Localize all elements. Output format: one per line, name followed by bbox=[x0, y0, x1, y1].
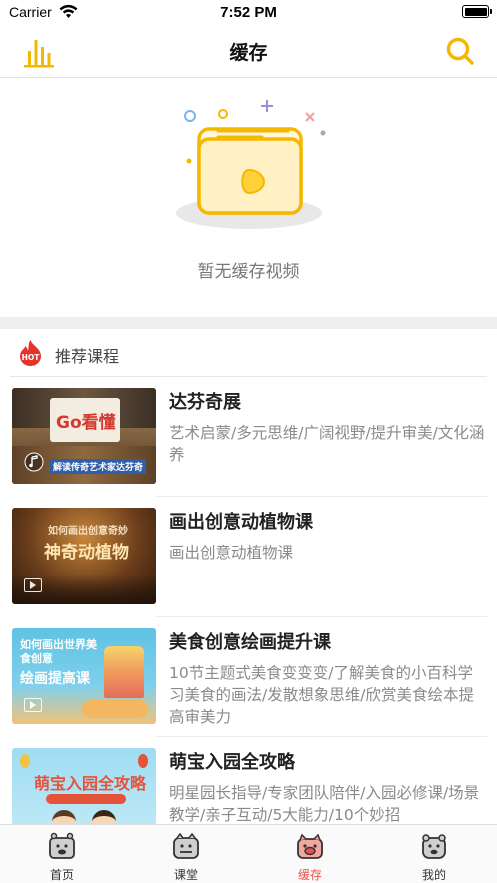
navigation-bar: 缓存 bbox=[0, 26, 497, 78]
video-icon bbox=[24, 578, 42, 592]
empty-video-folder-icon bbox=[176, 100, 326, 229]
hot-badge-label: HOT bbox=[22, 353, 41, 362]
hot-flame-icon: HOT bbox=[20, 340, 41, 366]
course-item-food-painting[interactable]: 如何画出世界美食创意 绘画提高课 美食创意绘画提升课 10节主题式美食变变变/了… bbox=[0, 617, 497, 737]
course-item-kindergarten[interactable]: 萌宝入园全攻略 萌宝入园全攻略 明星园长指导/专家团队陪伴/入园必修课/场景教学… bbox=[0, 737, 497, 824]
course-thumbnail[interactable]: 如何画出世界美食创意 绘画提高课 bbox=[12, 628, 156, 724]
course-title: 美食创意绘画提升课 bbox=[169, 632, 331, 653]
video-icon bbox=[24, 698, 42, 712]
course-title: 达芬奇展 bbox=[169, 392, 241, 413]
thumb-title: 萌宝入园全攻略 bbox=[34, 774, 147, 793]
battery-icon bbox=[462, 5, 492, 18]
course-list[interactable]: Go看懂 解读传奇艺术家达芬奇 达芬奇展 艺术启蒙/多元思维/广阔视野/提升审美… bbox=[0, 377, 497, 824]
course-thumbnail[interactable]: Go看懂 解读传奇艺术家达芬奇 bbox=[12, 388, 156, 484]
cache-tab-icon bbox=[297, 833, 323, 859]
tab-classroom[interactable]: 课堂 bbox=[124, 825, 248, 883]
home-tab-icon bbox=[49, 832, 75, 859]
tab-label: 缓存 bbox=[297, 868, 322, 882]
course-item-davinci[interactable]: Go看懂 解读传奇艺术家达芬奇 达芬奇展 艺术启蒙/多元思维/广阔视野/提升审美… bbox=[0, 377, 497, 497]
page-title: 缓存 bbox=[229, 42, 268, 64]
status-bar: Carrier 7:52 PM bbox=[0, 0, 497, 26]
course-item-plants-animals[interactable]: 如何画出创意奇妙 神奇动植物 画出创意动植物课 画出创意动植物课 bbox=[0, 497, 497, 617]
thumb-caption: 如何画出世界美食创意 bbox=[20, 638, 97, 665]
recommend-header: HOT 推荐课程 bbox=[0, 329, 497, 377]
search-icon[interactable] bbox=[445, 36, 475, 66]
tab-label: 我的 bbox=[421, 868, 446, 882]
classroom-tab-icon bbox=[173, 832, 199, 859]
thumb-title: 神奇动植物 bbox=[44, 543, 129, 563]
thumb-caption: 解读传奇艺术家达芬奇 bbox=[50, 459, 147, 474]
tab-home[interactable]: 首页 bbox=[0, 825, 124, 883]
course-description: 画出创意动植物课 bbox=[169, 544, 294, 562]
course-thumbnail[interactable]: 萌宝入园全攻略 bbox=[12, 748, 156, 824]
thumb-caption: 如何画出创意奇妙 bbox=[48, 526, 128, 537]
music-note-icon bbox=[24, 452, 44, 472]
thumb-title: 绘画提高课 bbox=[20, 671, 90, 687]
course-title: 萌宝入园全攻略 bbox=[169, 752, 295, 773]
tab-profile[interactable]: 我的 bbox=[372, 825, 496, 883]
tab-label: 课堂 bbox=[173, 868, 198, 882]
empty-message: 暂无缓存视频 bbox=[197, 262, 300, 282]
course-title: 画出创意动植物课 bbox=[169, 512, 313, 533]
empty-state: 暂无缓存视频 bbox=[0, 79, 497, 317]
course-description: 明星园长指导/专家团队陪伴/入园必修课/场景教学/亲子互动/5大能力/10个妙招 bbox=[169, 784, 480, 824]
clock: 7:52 PM bbox=[220, 4, 277, 21]
course-description: 10节主题式美食变变变/了解美食的小百科学习美食的画法/发散想象思维/欣赏美食绘… bbox=[169, 664, 474, 726]
tab-bar: 首页 课堂 缓存 我的 bbox=[0, 824, 497, 883]
course-description: 艺术启蒙/多元思维/广阔视野/提升审美/文化涵养 bbox=[169, 424, 485, 464]
tab-cache[interactable]: 缓存 bbox=[248, 825, 372, 883]
thumb-title: Go看懂 bbox=[56, 413, 116, 433]
section-divider bbox=[0, 317, 497, 329]
tab-label: 首页 bbox=[49, 868, 74, 882]
profile-tab-icon bbox=[422, 834, 446, 859]
course-thumbnail[interactable]: 如何画出创意奇妙 神奇动植物 bbox=[12, 508, 156, 604]
recommend-title: 推荐课程 bbox=[55, 347, 120, 366]
